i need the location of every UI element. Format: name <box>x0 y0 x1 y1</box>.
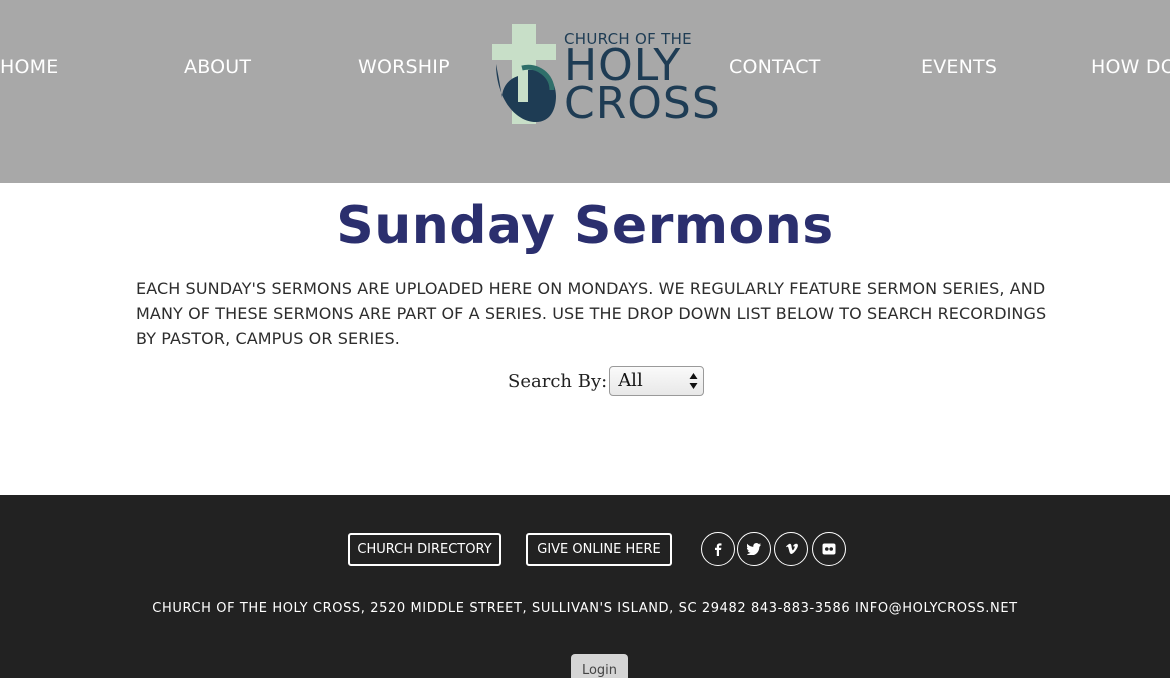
give-online-button[interactable]: GIVE ONLINE HERE <box>526 533 672 566</box>
search-label: Search By: <box>508 370 608 392</box>
nav-about[interactable]: ABOUT <box>184 56 251 78</box>
intro-text: EACH SUNDAY'S SERMONS ARE UPLOADED HERE … <box>136 279 1047 348</box>
flickr-icon[interactable] <box>812 532 846 566</box>
nav-events[interactable]: EVENTS <box>921 56 997 78</box>
search-by-select[interactable]: All <box>609 366 705 396</box>
nav-worship[interactable]: WORSHIP <box>358 56 450 78</box>
page-title: Sunday Sermons <box>336 196 834 256</box>
vimeo-icon[interactable] <box>774 532 808 566</box>
nav-home[interactable]: HOME <box>0 56 58 78</box>
logo-cross: CROSS <box>564 78 721 129</box>
nav-how-do[interactable]: HOW DO <box>1091 56 1170 78</box>
site-header: HOME ABOUT WORSHIP CHURCH OF THE HOLY CR… <box>0 0 1170 183</box>
site-logo[interactable]: CHURCH OF THE HOLY CROSS <box>492 24 720 126</box>
footer-address: CHURCH OF THE HOLY CROSS, 2520 MIDDLE ST… <box>152 601 1018 616</box>
church-directory-button[interactable]: CHURCH DIRECTORY <box>348 533 501 566</box>
cross-logo-icon <box>492 24 556 124</box>
login-button[interactable]: Login <box>571 654 628 678</box>
site-footer: CHURCH DIRECTORY GIVE ONLINE HERE CHURCH… <box>0 495 1170 678</box>
twitter-icon[interactable] <box>737 532 771 566</box>
nav-contact[interactable]: CONTACT <box>729 56 821 78</box>
select-arrows-icon <box>689 373 698 389</box>
search-selected-value: All <box>618 370 643 391</box>
facebook-icon[interactable] <box>701 532 735 566</box>
search-row: Search By: All <box>508 366 705 396</box>
